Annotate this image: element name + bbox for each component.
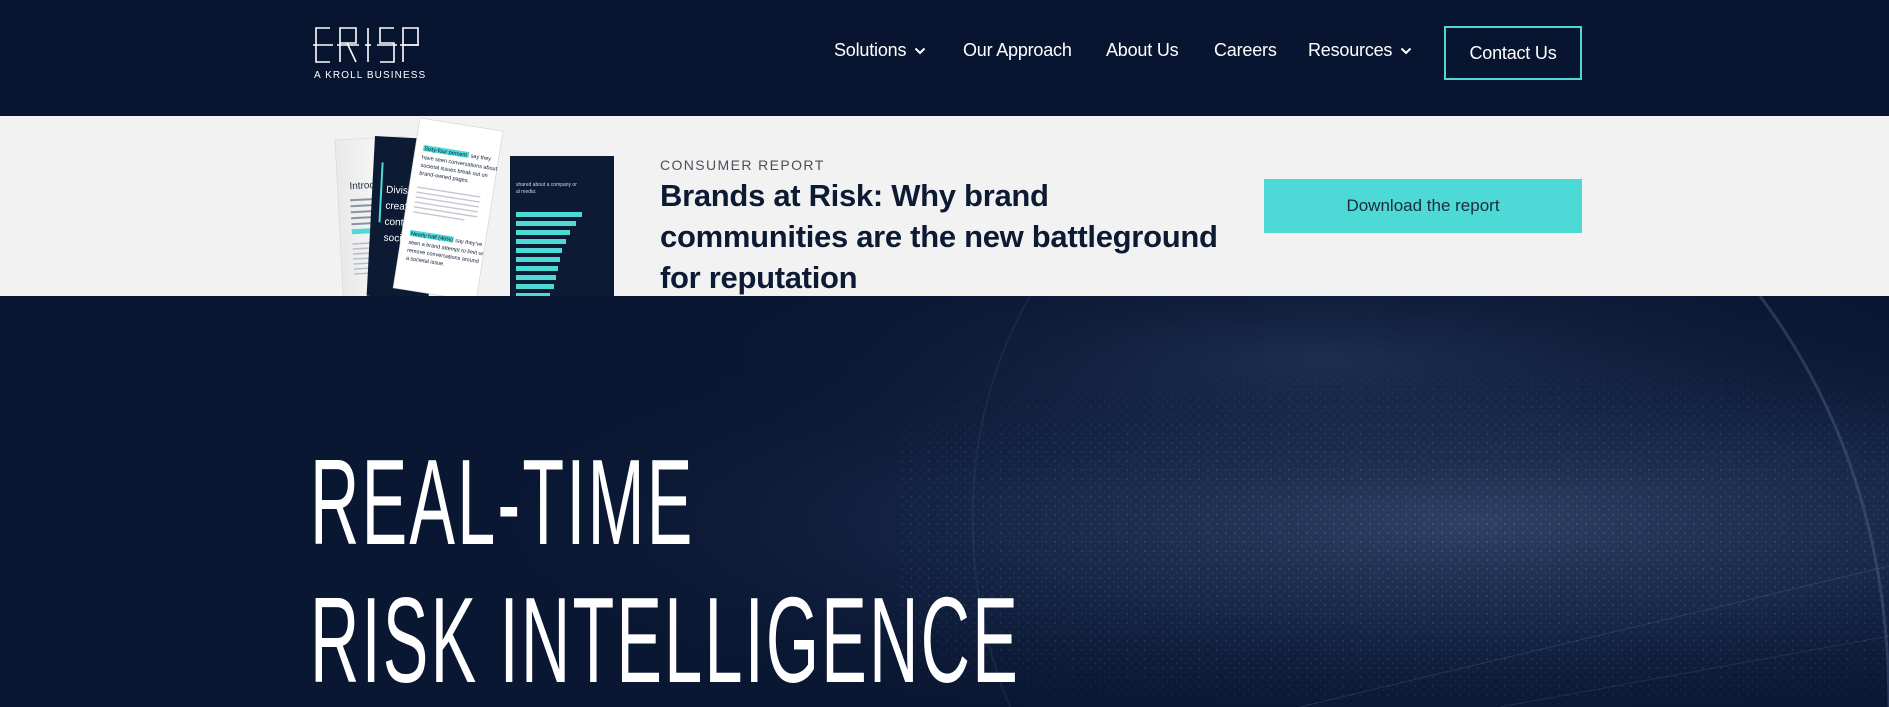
crisp-wordmark bbox=[313, 27, 419, 63]
logo-subtitle: A KROLL BUSINESS bbox=[314, 70, 427, 81]
nav-resources[interactable]: Resources bbox=[1308, 40, 1412, 61]
nav-solutions-label: Solutions bbox=[834, 40, 907, 60]
report-preview-image: shared about a company or al media: Intr… bbox=[334, 118, 614, 296]
hero-section: REAL-TIME RISK INTELLIGENCE bbox=[0, 296, 1889, 707]
svg-text:Divisi: Divisi bbox=[386, 185, 410, 197]
nav-solutions[interactable]: Solutions bbox=[834, 40, 926, 61]
chevron-down-icon bbox=[915, 47, 926, 54]
left-page-heading: Introd bbox=[349, 180, 375, 192]
nav-our-approach[interactable]: Our Approach bbox=[963, 40, 1072, 61]
svg-text:al media:: al media: bbox=[516, 189, 536, 195]
nav-resources-label: Resources bbox=[1308, 40, 1393, 60]
svg-text:shared about a company or: shared about a company or bbox=[516, 182, 577, 188]
report-category-label: CONSUMER REPORT bbox=[660, 157, 825, 173]
nav-careers[interactable]: Careers bbox=[1214, 40, 1277, 61]
nav-about-us-label: About Us bbox=[1106, 40, 1179, 60]
download-report-button[interactable]: Download the report bbox=[1264, 179, 1582, 233]
nav-about-us[interactable]: About Us bbox=[1106, 40, 1179, 61]
hero-heading-line-2: RISK INTELLIGENCE bbox=[310, 572, 1021, 707]
hero-heading-line-1: REAL-TIME bbox=[310, 434, 695, 570]
report-promo-banner: shared about a company or al media: Intr… bbox=[0, 116, 1889, 296]
crisp-logo[interactable]: A KROLL BUSINESS bbox=[313, 26, 425, 82]
contact-us-button[interactable]: Contact Us bbox=[1444, 26, 1582, 80]
nav-careers-label: Careers bbox=[1214, 40, 1277, 60]
nav-our-approach-label: Our Approach bbox=[963, 40, 1072, 60]
site-header: A KROLL BUSINESS Solutions Our Approach … bbox=[0, 0, 1889, 116]
chevron-down-icon bbox=[1401, 47, 1412, 54]
report-title: Brands at Risk: Why brand communities ar… bbox=[660, 178, 1218, 295]
